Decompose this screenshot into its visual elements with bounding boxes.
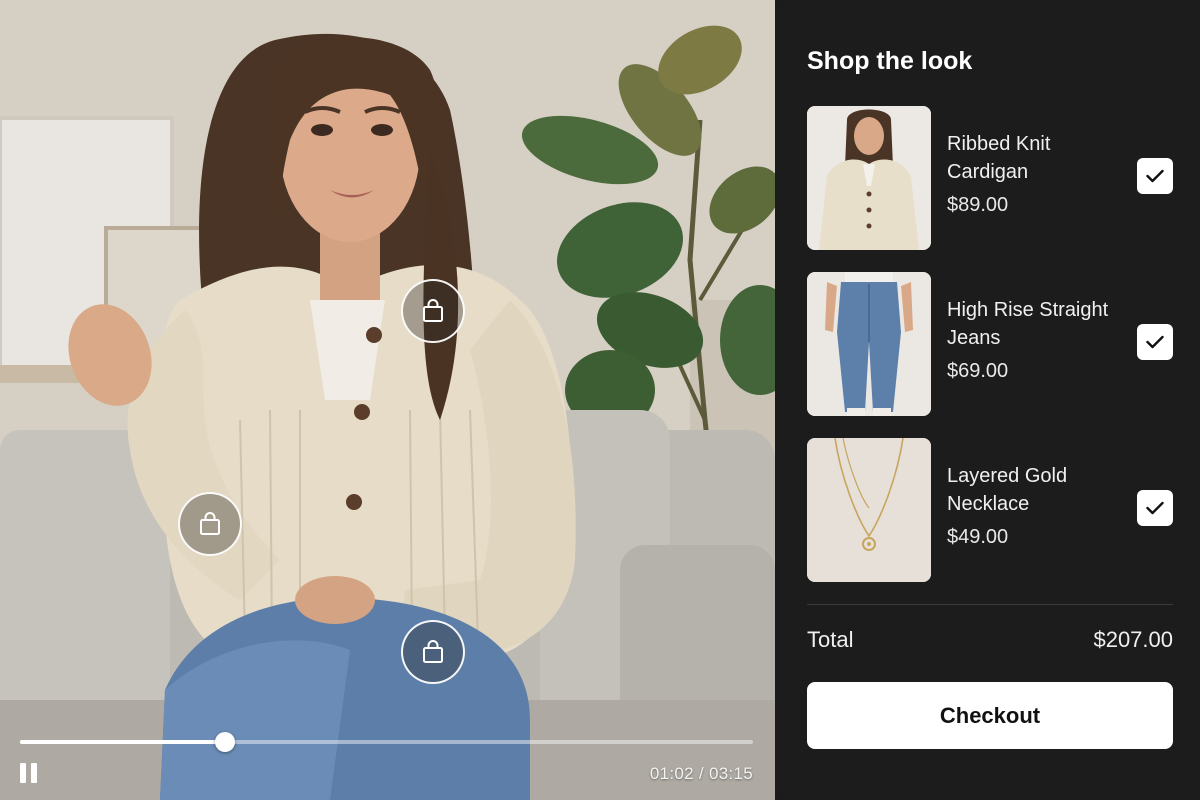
video-time-display: 01:02 / 03:15 [649, 764, 753, 783]
product-item[interactable]: Ribbed Knit Cardigan $89.00 [807, 106, 1173, 250]
video-progress-bar[interactable] [20, 732, 753, 752]
shopping-bag-icon [200, 512, 220, 535]
shopping-bag-icon [423, 640, 443, 663]
cardigan-image [807, 106, 931, 250]
total-label: Total [807, 627, 854, 652]
checkout-button[interactable]: Checkout [807, 682, 1173, 749]
video-progress-fill [20, 740, 226, 744]
product-checkbox[interactable] [1137, 324, 1173, 360]
product-checkbox[interactable] [1137, 490, 1173, 526]
divider [807, 604, 1173, 605]
app-root: 01:02 / 03:15 Shop the look Ribbed Knit … [0, 0, 1200, 800]
product-item[interactable]: Layered Gold Necklace $49.00 [807, 438, 1173, 582]
necklace-image [807, 438, 931, 582]
video-frame [0, 0, 775, 800]
checkmark-icon [1146, 501, 1164, 515]
pause-button[interactable] [19, 763, 39, 783]
product-thumbnail[interactable] [807, 106, 931, 250]
checkmark-icon [1146, 335, 1164, 349]
product-name: Layered Gold Necklace [947, 465, 1068, 515]
pause-icon [20, 763, 26, 783]
product-thumbnail[interactable] [807, 438, 931, 582]
hotspot-necklace[interactable] [178, 492, 242, 556]
total-value: $207.00 [1093, 627, 1173, 652]
checkmark-icon [1146, 169, 1164, 183]
product-price: $89.00 [947, 194, 1009, 216]
jeans-image [807, 272, 931, 416]
product-name: Ribbed Knit Cardigan [947, 133, 1051, 183]
product-thumbnail[interactable] [807, 272, 931, 416]
video-player[interactable]: 01:02 / 03:15 [0, 0, 775, 800]
product-price: $69.00 [947, 360, 1009, 382]
product-price: $49.00 [947, 526, 1009, 548]
shop-the-look-panel: Shop the look Ribbed Knit Cardigan $89.0… [776, 0, 1200, 800]
panel-title: Shop the look [807, 47, 973, 75]
shopping-bag-icon [423, 299, 443, 322]
product-name: High Rise Straight Jeans [947, 299, 1109, 349]
product-checkbox[interactable] [1137, 158, 1173, 194]
product-item[interactable]: High Rise Straight Jeans $69.00 [807, 272, 1173, 416]
hotspot-jeans[interactable] [401, 620, 465, 684]
hotspot-cardigan[interactable] [401, 279, 465, 343]
